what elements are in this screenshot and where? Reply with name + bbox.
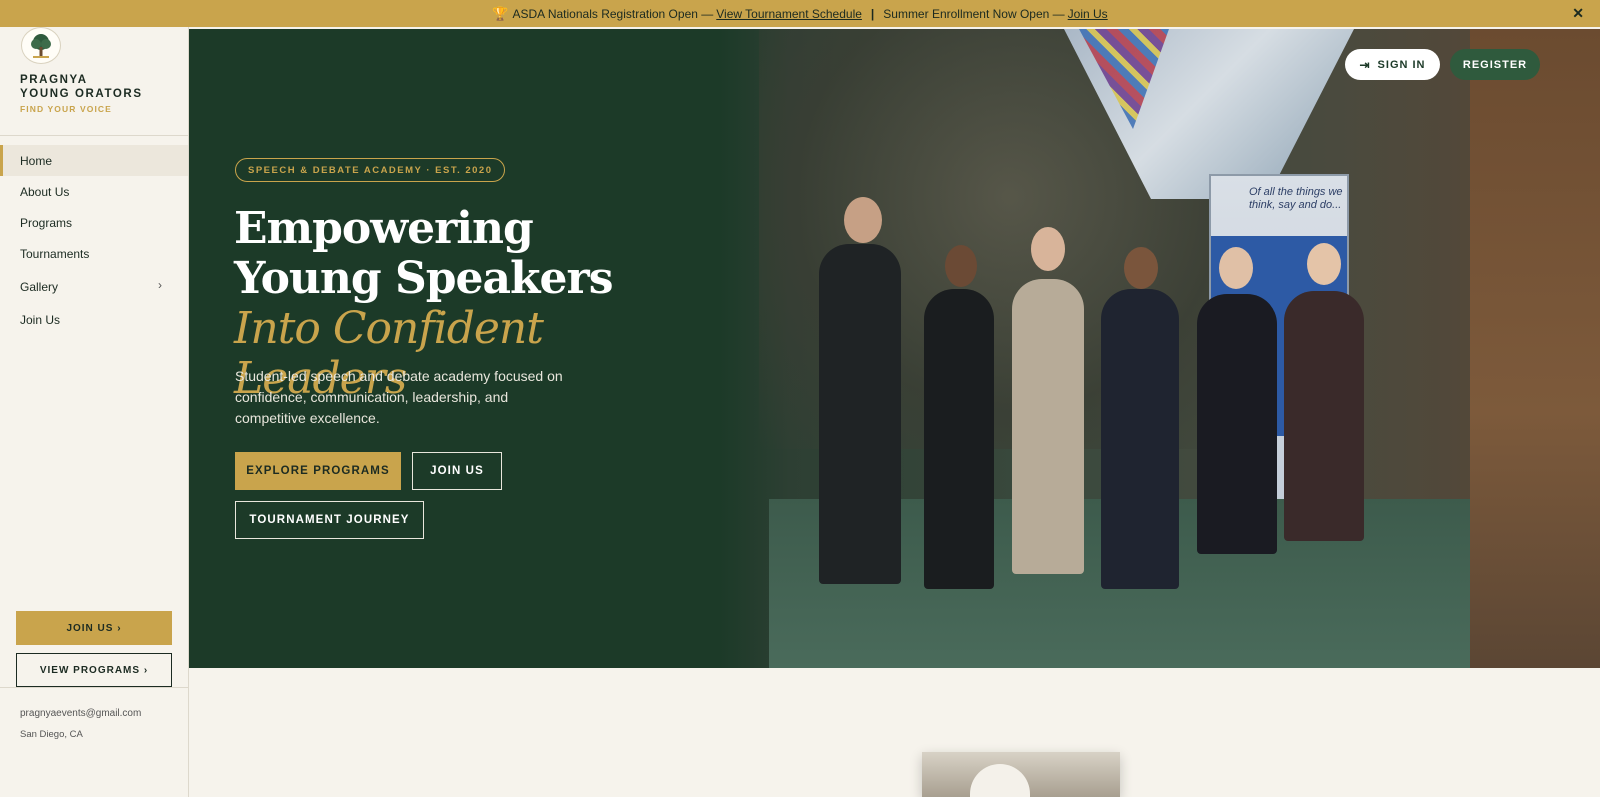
- sidebar-item-home[interactable]: Home: [0, 145, 188, 176]
- sidebar-item-label: About Us: [20, 184, 70, 199]
- sidebar-footer-divider: [0, 687, 188, 688]
- sidebar: PRAGNYA YOUNG ORATORS FIND YOUR VOICE Ho…: [0, 27, 189, 797]
- sidebar-item-programs[interactable]: Programs: [0, 207, 188, 238]
- sidebar-item-about-us[interactable]: About Us: [0, 176, 188, 207]
- trophy-icon: 🏆: [492, 5, 509, 21]
- photo-banner-text: Of all the things we think, say and do..…: [1249, 186, 1343, 211]
- join-us-button[interactable]: JOIN US: [412, 452, 502, 490]
- sidebar-item-label: Programs: [20, 215, 73, 230]
- sidebar-join-us-button[interactable]: JOIN US ›: [16, 611, 172, 645]
- brand-tagline: FIND YOUR VOICE: [20, 104, 112, 114]
- sidebar-item-label: Gallery: [20, 279, 59, 294]
- hero-group-photo: Of all the things we think, say and do..…: [719, 29, 1600, 668]
- brand-name-line2: YOUNG ORATORS: [20, 88, 143, 100]
- register-button[interactable]: REGISTER: [1450, 49, 1540, 80]
- tournament-journey-button[interactable]: TOURNAMENT JOURNEY: [235, 501, 424, 539]
- section-preview-image: [922, 752, 1120, 797]
- announcement-bar: 🏆 ASDA Nationals Registration Open — Vie…: [0, 0, 1600, 27]
- hero-badge: SPEECH & DEBATE ACADEMY · EST. 2020: [235, 158, 506, 182]
- join-us-link[interactable]: Join Us: [1068, 7, 1108, 21]
- sidebar-divider: [0, 135, 188, 136]
- hero-title-main: Empowering Young Speakers: [234, 203, 613, 304]
- close-icon[interactable]: ✕: [1572, 5, 1584, 22]
- chevron-right-icon[interactable]: ›: [158, 278, 162, 292]
- announcement-text-1: ASDA Nationals Registration Open —: [512, 6, 714, 21]
- sidebar-item-label: Join Us: [20, 312, 61, 327]
- sidebar-item-label: Home: [20, 153, 53, 168]
- sign-in-icon: ⇥: [1359, 57, 1371, 72]
- sign-in-label: SIGN IN: [1377, 58, 1426, 71]
- brand-name-line1: PRAGNYA: [20, 74, 88, 86]
- contact-location: San Diego, CA: [20, 729, 83, 740]
- announcement-separator: |: [870, 6, 875, 21]
- sidebar-item-label: Tournaments: [20, 246, 90, 261]
- announcement-text-2: Summer Enrollment Now Open —: [883, 6, 1065, 21]
- sidebar-item-tournaments[interactable]: Tournaments: [0, 238, 188, 269]
- sidebar-item-join-us[interactable]: Join Us: [0, 304, 188, 335]
- tournament-schedule-link[interactable]: View Tournament Schedule: [716, 7, 862, 21]
- hero-description: Student-led speech and debate academy fo…: [235, 368, 563, 426]
- tree-logo-icon: [31, 33, 51, 58]
- sidebar-nav: Home About Us Programs Tournaments Galle…: [0, 145, 188, 335]
- sign-in-button[interactable]: ⇥ SIGN IN: [1345, 49, 1440, 80]
- explore-programs-button[interactable]: EXPLORE PROGRAMS: [235, 452, 401, 490]
- sidebar-view-programs-button[interactable]: VIEW PROGRAMS ›: [16, 653, 172, 687]
- hero-section: Of all the things we think, say and do..…: [189, 29, 1600, 668]
- logo[interactable]: [21, 27, 61, 64]
- contact-email[interactable]: pragnyaevents@gmail.com: [20, 708, 141, 719]
- sidebar-item-gallery[interactable]: Gallery ›: [0, 269, 188, 304]
